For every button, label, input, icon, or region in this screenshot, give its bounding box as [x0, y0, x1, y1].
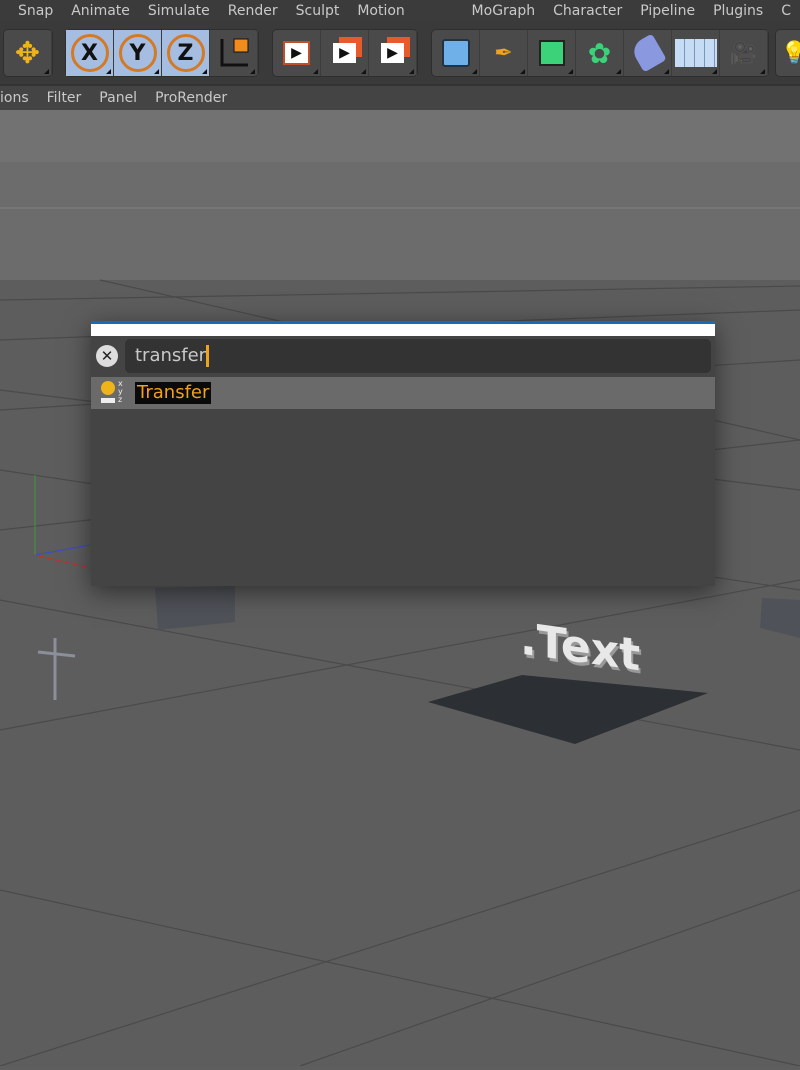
- subdivision-button[interactable]: [528, 30, 576, 76]
- menu-motion-tracker[interactable]: Motion Tracker: [348, 0, 462, 41]
- floor-button[interactable]: [672, 30, 720, 76]
- light-bulb-icon: 💡: [780, 40, 800, 66]
- cube-icon: [441, 39, 470, 67]
- viewport-menu-bar: ions Filter Panel ProRender: [0, 84, 800, 110]
- coordinate-system-icon: [220, 38, 248, 67]
- move-group: ✥: [3, 29, 53, 77]
- menu-character[interactable]: Character: [544, 0, 631, 22]
- menu-sculpt[interactable]: Sculpt: [287, 0, 349, 22]
- menu-snap[interactable]: Snap: [0, 0, 62, 22]
- pen-button[interactable]: ✒: [480, 30, 528, 76]
- search-result-label: Transfer: [135, 382, 212, 404]
- menu-render[interactable]: Render: [219, 0, 287, 22]
- menu-panel[interactable]: Panel: [90, 86, 146, 110]
- y-axis-button[interactable]: Y: [114, 30, 162, 76]
- menu-animate[interactable]: Animate: [62, 0, 139, 22]
- 3d-viewport[interactable]: .Text: [0, 110, 800, 1067]
- menu-options[interactable]: ions: [0, 86, 38, 110]
- menu-prorender[interactable]: ProRender: [146, 86, 236, 110]
- menu-mograph[interactable]: MoGraph: [463, 0, 545, 22]
- clapper-icon: ▶: [283, 41, 310, 65]
- menu-more[interactable]: C: [772, 0, 800, 22]
- menu-bar: Snap Animate Simulate Render Sculpt Moti…: [0, 0, 800, 41]
- render-group: ▶ ▶ ▶: [272, 29, 418, 77]
- render-settings-button[interactable]: ▶: [369, 30, 417, 76]
- menu-simulate[interactable]: Simulate: [139, 0, 219, 22]
- subdivision-icon: [538, 40, 565, 66]
- toolbar: ✥ X Y Z ▶ ▶ ▶ ✒ ✿ 🎥 💡: [0, 22, 800, 84]
- move-tool-button[interactable]: ✥: [4, 30, 52, 76]
- z-axis-icon: Z: [166, 34, 205, 72]
- transfer-tag-icon: xyz: [99, 379, 127, 407]
- floor-icon: [674, 39, 717, 67]
- cloner-button[interactable]: ✿: [576, 30, 624, 76]
- search-result-item[interactable]: xyz Transfer: [91, 377, 715, 409]
- popup-title-bar[interactable]: [91, 321, 715, 336]
- search-input[interactable]: transfer: [125, 339, 711, 373]
- render-picture-viewer-button[interactable]: ▶: [321, 30, 369, 76]
- axis-group: X Y Z: [65, 29, 259, 77]
- y-axis-icon: Y: [118, 34, 157, 72]
- camera-button[interactable]: 🎥: [720, 30, 768, 76]
- x-axis-button[interactable]: X: [66, 30, 114, 76]
- clapper-render-icon: ▶: [333, 43, 356, 63]
- search-query: transfer: [135, 345, 207, 366]
- move-icon: ✥: [14, 35, 41, 71]
- command-search-popup: ✕ transfer xyz Transfer: [91, 321, 715, 586]
- x-axis-icon: X: [70, 34, 109, 72]
- search-row: ✕ transfer: [91, 337, 715, 375]
- menu-filter[interactable]: Filter: [38, 86, 91, 110]
- light-button[interactable]: 💡: [776, 30, 800, 76]
- coordinate-system-button[interactable]: [210, 30, 258, 76]
- camera-icon: 🎥: [729, 40, 758, 66]
- viewport-scene: [0, 110, 800, 1067]
- bend-deformer-button[interactable]: [624, 30, 672, 76]
- render-view-button[interactable]: ▶: [273, 30, 321, 76]
- menu-pipeline[interactable]: Pipeline: [631, 0, 704, 22]
- text-caret: [206, 345, 210, 367]
- light-group: 💡: [775, 29, 800, 77]
- z-axis-button[interactable]: Z: [162, 30, 210, 76]
- objects-group: ✒ ✿ 🎥: [431, 29, 769, 77]
- bend-icon: [628, 33, 667, 73]
- cloner-icon: ✿: [587, 36, 612, 70]
- menu-plugins[interactable]: Plugins: [704, 0, 772, 22]
- pen-icon: ✒: [494, 40, 513, 66]
- clapper-gear-icon: ▶: [381, 43, 404, 63]
- cube-button[interactable]: [432, 30, 480, 76]
- clear-search-icon[interactable]: ✕: [96, 345, 118, 367]
